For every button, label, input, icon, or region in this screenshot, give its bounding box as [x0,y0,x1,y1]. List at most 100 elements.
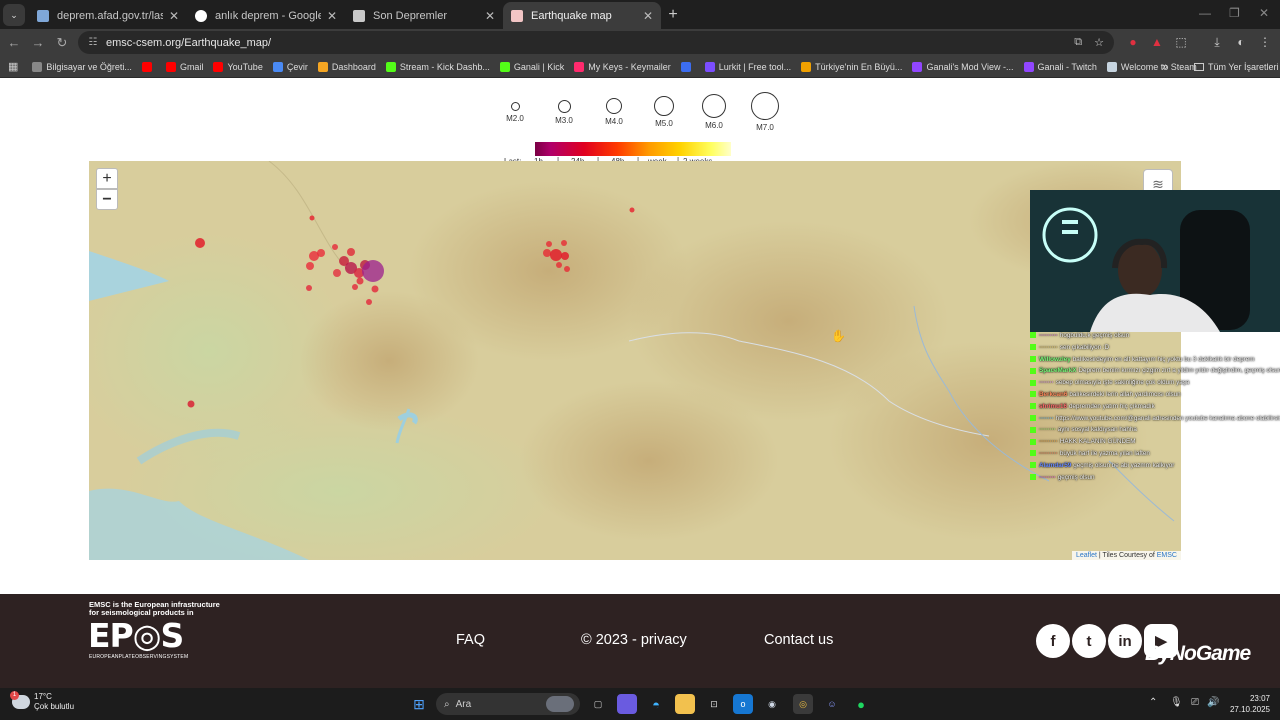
epos-logo[interactable]: EP◎S [88,616,184,655]
bookmark-item[interactable]: Ganali | Kick [499,61,564,72]
file-explorer-icon[interactable] [675,694,695,714]
earthquake-marker-large[interactable] [362,260,384,282]
close-tab-icon[interactable]: ✕ [643,9,653,23]
earthquake-marker[interactable] [187,400,195,408]
minimize-icon[interactable]: — [1199,6,1211,20]
extension-icon[interactable]: ▲ [1148,33,1166,51]
earthquake-marker[interactable] [561,252,569,260]
bookmark-item[interactable]: YouTube [213,61,263,72]
menu-kebab-icon[interactable]: ⋮ [1256,33,1274,51]
earthquake-map[interactable]: + − ≋ ✋ Leaflet | Tiles Courtesy of EMSC [89,161,1181,560]
earthquake-marker[interactable] [371,285,379,293]
close-tab-icon[interactable]: ✕ [169,9,179,23]
emsc-link[interactable]: EMSC [1157,552,1177,559]
faq-link[interactable]: FAQ [456,632,485,648]
bookmark-item[interactable]: Stream - Kick Dashb... [385,61,490,72]
zoom-out-button[interactable]: − [96,189,118,210]
tray-chevron-icon[interactable]: ⌃ [1149,697,1157,708]
bookmark-item[interactable]: Bilgisayar ve Öğreti... [32,61,132,72]
microphone-icon[interactable]: 🎙 [1170,697,1183,708]
chrome-icon[interactable]: ◎ [793,694,813,714]
bookmark-item[interactable]: Çevir [272,61,308,72]
bookmark-star-icon[interactable]: ☆ [1094,36,1104,49]
site-info-icon[interactable]: ☷ [84,37,102,48]
discord-icon[interactable]: ☺ [822,694,842,714]
close-tab-icon[interactable]: ✕ [485,9,495,23]
edge-icon[interactable]: ◓ [646,694,666,714]
profile-avatar-icon[interactable]: ◐ [1232,33,1250,51]
extension-record-icon[interactable]: ● [1124,33,1142,51]
contact-link[interactable]: Contact us [764,632,833,648]
copilot-icon[interactable] [617,694,637,714]
outlook-icon[interactable]: o [733,694,753,714]
twitter-icon[interactable]: t [1072,624,1106,658]
earthquake-marker[interactable] [556,262,562,268]
forward-arrow-icon[interactable]: → [26,31,50,55]
bookmark-item[interactable] [141,61,156,72]
earthquake-marker[interactable] [309,215,315,221]
address-bar[interactable]: ☷ emsc-csem.org/Earthquake_map/ ⧉ ☆ [78,31,1114,54]
back-arrow-icon[interactable]: ← [2,31,26,55]
reload-icon[interactable]: ↻ [50,31,74,55]
zoom-in-button[interactable]: + [96,168,118,189]
download-icon[interactable]: ⤓ [1208,33,1226,51]
earthquake-marker[interactable] [352,284,358,290]
earthquake-marker[interactable] [546,241,552,247]
bookmark-item[interactable]: Lurkit | Free tool... [704,61,791,72]
linkedin-icon[interactable]: in [1108,624,1142,658]
earthquake-marker[interactable] [564,266,570,272]
earthquake-marker[interactable] [195,238,205,248]
more-bookmarks-button[interactable]: » [1162,61,1168,73]
leaflet-link[interactable]: Leaflet [1076,552,1097,559]
earthquake-marker[interactable] [306,262,314,270]
earthquake-marker[interactable] [333,269,341,277]
browser-toolbar: ← → ↻ ☷ emsc-csem.org/Earthquake_map/ ⧉ … [0,29,1280,56]
bookmark-item[interactable]: Ganali - Twitch [1023,61,1097,72]
volume-icon[interactable]: 🔊 [1207,697,1219,708]
bookmark-item[interactable]: Dashboard [317,61,376,72]
tab-search-button[interactable]: ⌄ [3,4,25,26]
earthquake-marker[interactable] [347,248,355,256]
privacy-link[interactable]: © 2023 - privacy [581,632,687,648]
tab-afad[interactable]: deprem.afad.gov.tr/last-earthq ✕ [29,2,187,29]
afad-favicon-icon [37,9,49,22]
clock-date: 27.10.2025 [1229,705,1270,714]
chat-username: ········· [1039,343,1058,351]
bookmark-item[interactable]: Ganali's Mod View -... [912,61,1014,72]
earthquake-marker[interactable] [543,249,551,257]
tab-google-search[interactable]: anlık deprem - Google Search ✕ [187,2,345,29]
maximize-icon[interactable]: ❐ [1229,6,1240,20]
extensions-puzzle-icon[interactable]: ⬚ [1172,33,1190,51]
bookmark-item[interactable]: My Keys - Keymailer [574,61,671,72]
all-bookmarks-folder[interactable]: Tüm Yer İşaretleri [1194,62,1279,72]
earthquake-marker[interactable] [317,249,325,257]
close-window-icon[interactable]: ✕ [1259,6,1269,20]
taskbar-clock[interactable]: 23:07 27.10.2025 [1230,693,1270,715]
new-tab-button[interactable]: + [661,3,685,27]
store-icon[interactable]: ⊡ [704,694,724,714]
tab-earthquake-map[interactable]: Earthquake map ✕ [503,2,661,29]
earthquake-marker[interactable] [306,285,312,291]
bookmark-item[interactable] [680,61,695,72]
earthquake-marker[interactable] [550,249,562,261]
bookmark-item[interactable]: Türkiye'nin En Büyü... [801,61,902,72]
earthquake-marker[interactable] [366,299,372,305]
apps-grid-icon[interactable]: ▦ [8,60,18,73]
network-icon[interactable]: ⎚ [1191,697,1199,708]
close-tab-icon[interactable]: ✕ [327,9,337,23]
earthquake-marker[interactable] [561,240,567,246]
taskbar-search[interactable]: ⌕ Ara [436,693,580,715]
facebook-icon[interactable]: f [1036,624,1070,658]
translate-icon[interactable]: ⧉ [1074,36,1082,49]
tab-son-depremler[interactable]: Son Depremler ✕ [345,2,503,29]
spotify-icon[interactable]: ● [851,694,871,714]
earthquake-marker[interactable] [356,277,364,285]
earthquake-marker[interactable] [629,207,635,213]
windows-start-icon[interactable]: ⊞ [409,694,429,714]
weather-widget[interactable]: 1 17°C Çok bulutlu [10,691,74,712]
bookmark-item[interactable]: Gmail [165,61,203,72]
task-view-icon[interactable]: ▢ [588,694,608,714]
steam-icon[interactable]: ◉ [762,694,782,714]
bookmark-item[interactable]: Welcome to Steam [1106,61,1197,72]
earthquake-marker[interactable] [332,244,338,250]
